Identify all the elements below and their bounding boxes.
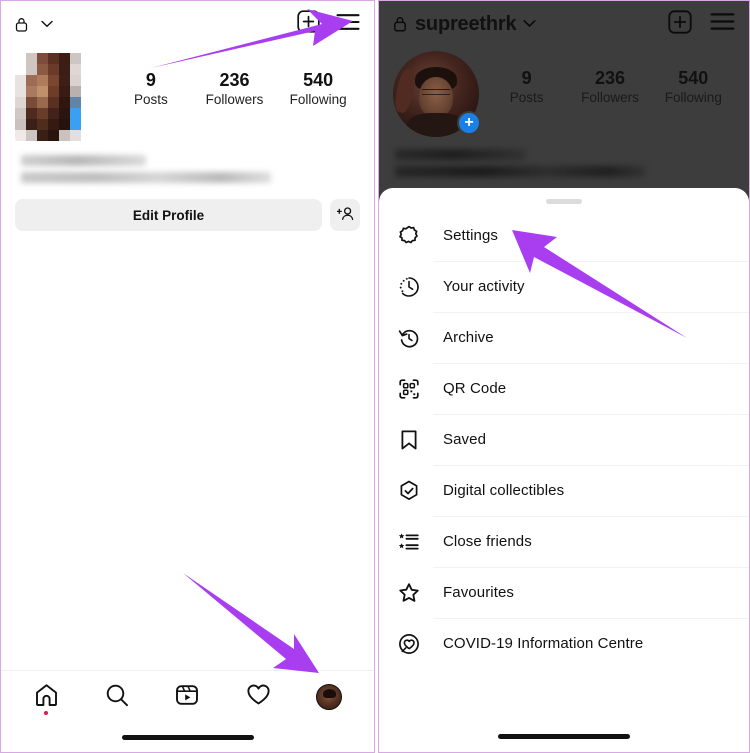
menu-item-favourites[interactable]: Favourites — [379, 567, 749, 618]
menu-item-label: COVID-19 Information Centre — [443, 635, 644, 652]
stat-posts[interactable]: 9 Posts — [120, 69, 182, 109]
username-label[interactable]: supreethrk — [415, 13, 517, 36]
menu-list: Settings Your activity Archive QR Code S… — [379, 210, 749, 669]
home-indicator — [121, 735, 254, 740]
left-phone-panel: 9 Posts 236 Followers 540 Following Edit… — [0, 0, 375, 753]
covid-info-icon — [397, 632, 421, 656]
lock-icon — [15, 17, 28, 32]
redacted-bio — [15, 155, 360, 191]
stat-posts-label: Posts — [509, 90, 544, 105]
hamburger-menu-icon[interactable] — [710, 12, 735, 36]
stat-posts[interactable]: 9 Posts — [496, 67, 558, 107]
arrow-to-profile-tab — [183, 573, 319, 673]
heart-icon — [246, 683, 271, 711]
left-profile-row: 9 Posts 236 Followers 540 Following — [1, 47, 374, 141]
qr-code-icon — [397, 377, 421, 401]
menu-item-label: Close friends — [443, 533, 532, 550]
stat-following-label: Following — [289, 92, 347, 107]
tab-activity[interactable] — [233, 677, 283, 717]
stat-followers[interactable]: 236 Followers — [579, 67, 641, 107]
avatar-wrapper: + — [393, 51, 481, 137]
right-redacted-bio — [395, 149, 733, 183]
stat-following-count: 540 — [678, 68, 709, 88]
bottom-sheet-menu: Settings Your activity Archive QR Code S… — [379, 188, 749, 752]
stat-following[interactable]: 540 Following — [287, 69, 349, 109]
home-icon — [34, 683, 59, 712]
menu-item-your-activity[interactable]: Your activity — [379, 261, 749, 312]
home-unread-dot — [44, 711, 49, 715]
home-indicator — [498, 734, 630, 739]
menu-item-label: Your activity — [443, 278, 525, 295]
settings-gear-icon — [397, 224, 421, 248]
tab-profile[interactable] — [304, 677, 354, 717]
stat-following-label: Following — [664, 90, 722, 105]
bookmark-icon — [397, 428, 421, 452]
menu-item-label: Settings — [443, 227, 498, 244]
stat-followers-label: Followers — [205, 92, 264, 107]
stat-posts-count: 9 — [521, 68, 532, 88]
add-person-button[interactable] — [330, 199, 360, 231]
menu-item-archive[interactable]: Archive — [379, 312, 749, 363]
drag-handle[interactable] — [546, 199, 582, 204]
reels-icon — [175, 683, 199, 712]
your-activity-clock-icon — [397, 275, 421, 299]
menu-item-label: Favourites — [443, 584, 515, 601]
menu-item-close-friends[interactable]: Close friends — [379, 516, 749, 567]
chevron-down-icon[interactable] — [523, 15, 536, 33]
redacted-bio-line-1 — [395, 149, 525, 160]
profile-avatar-icon — [315, 684, 342, 710]
close-friends-list-icon — [397, 530, 421, 554]
menu-item-covid-information-centre[interactable]: COVID-19 Information Centre — [379, 618, 749, 669]
right-profile-row: + 9 Posts 236 Followers 540 Following — [379, 47, 749, 137]
right-phone-panel: supreethrk + 9 Posts 236 Followers 540 F… — [378, 0, 750, 753]
menu-item-saved[interactable]: Saved — [379, 414, 749, 465]
star-icon — [397, 581, 421, 605]
right-app-header: supreethrk — [379, 1, 749, 47]
edit-profile-button[interactable]: Edit Profile — [15, 199, 322, 231]
stat-followers-count: 236 — [594, 68, 625, 88]
right-stats-row: 9 Posts 236 Followers 540 Following — [479, 51, 735, 107]
hamburger-menu-icon[interactable] — [336, 13, 360, 36]
left-app-header — [1, 1, 374, 47]
redacted-bio-line-2 — [21, 172, 271, 183]
menu-item-label: Saved — [443, 431, 487, 448]
plus-square-icon[interactable] — [668, 9, 692, 39]
tab-search[interactable] — [92, 677, 142, 717]
redacted-bio-line-2 — [395, 166, 645, 177]
left-stats-row: 9 Posts 236 Followers 540 Following — [103, 53, 360, 109]
stat-posts-label: Posts — [133, 92, 168, 107]
bottom-tab-bar — [1, 670, 374, 752]
chevron-down-icon[interactable] — [41, 15, 53, 33]
tab-home[interactable] — [21, 677, 71, 717]
stat-followers-count: 236 — [219, 70, 250, 90]
stat-posts-count: 9 — [145, 70, 156, 90]
tab-reels[interactable] — [162, 677, 212, 717]
hexagon-check-icon — [397, 479, 421, 503]
plus-square-icon[interactable] — [297, 10, 320, 38]
archive-clock-back-icon — [397, 326, 421, 350]
stat-followers[interactable]: 236 Followers — [203, 69, 265, 109]
stat-following-count: 540 — [303, 70, 334, 90]
stat-followers-label: Followers — [581, 90, 639, 105]
menu-item-settings[interactable]: Settings — [379, 210, 749, 261]
search-icon — [105, 683, 129, 712]
add-person-icon — [336, 206, 354, 224]
screenshot-root: 9 Posts 236 Followers 540 Following Edit… — [0, 0, 750, 753]
add-story-plus-badge[interactable]: + — [457, 111, 481, 135]
menu-item-label: Archive — [443, 329, 494, 346]
stat-following[interactable]: 540 Following — [662, 67, 724, 107]
menu-item-label: QR Code — [443, 380, 507, 397]
menu-item-label: Digital collectibles — [443, 482, 565, 499]
tab-row — [1, 671, 374, 723]
menu-item-digital-collectibles[interactable]: Digital collectibles — [379, 465, 749, 516]
redacted-bio-line-1 — [21, 155, 146, 166]
pixelated-avatar[interactable] — [15, 53, 103, 141]
left-action-row: Edit Profile — [1, 191, 374, 231]
menu-item-qr-code[interactable]: QR Code — [379, 363, 749, 414]
lock-icon — [393, 16, 407, 32]
